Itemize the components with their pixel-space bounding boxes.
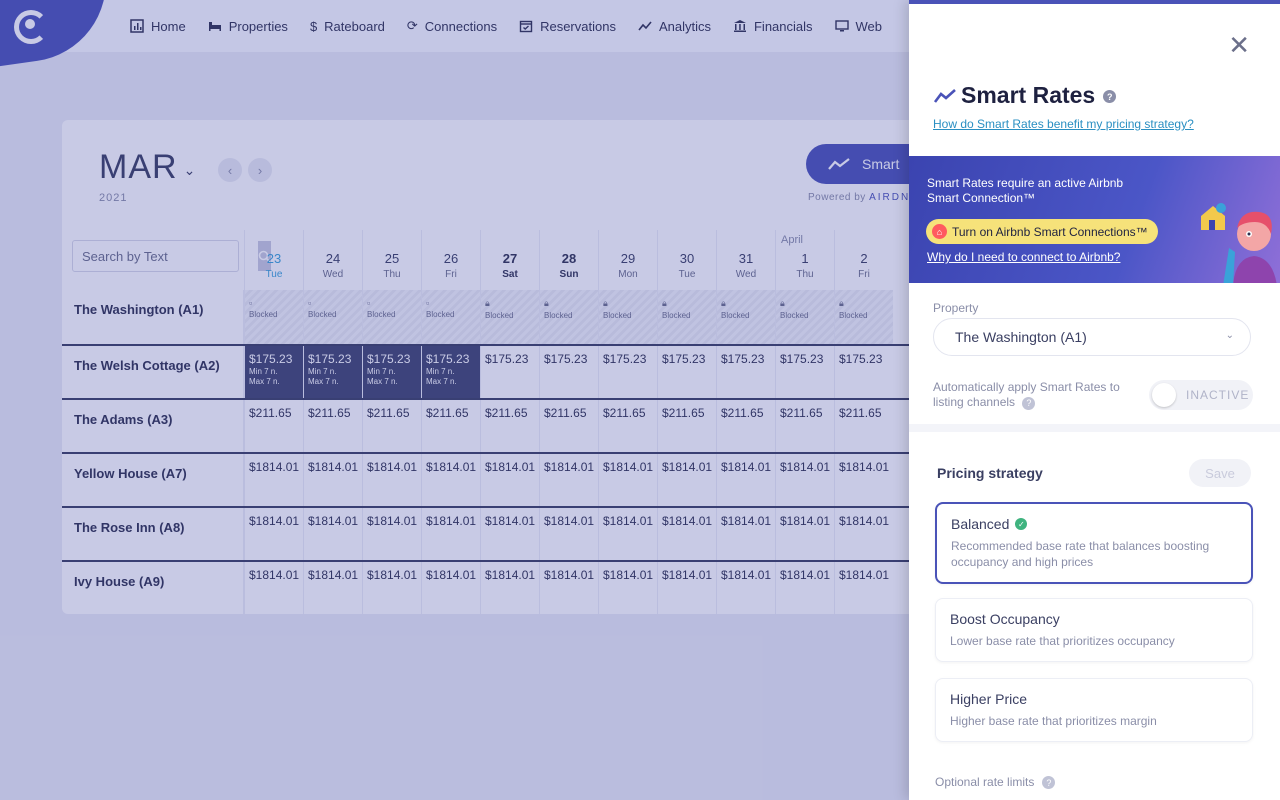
help-icon[interactable]: ?: [1103, 90, 1117, 103]
property-select-value: The Washington (A1): [955, 329, 1087, 345]
rate-limits-label: Optional rate limits ?: [935, 774, 1056, 789]
smart-rates-panel: ✕ Smart Rates ? How do Smart Rates benef…: [909, 0, 1280, 800]
auto-apply-toggle[interactable]: INACTIVE: [1149, 380, 1253, 410]
airbnb-banner: Smart Rates require an active Airbnb Sma…: [909, 156, 1280, 283]
checkmark-icon: ✓: [1015, 518, 1028, 530]
panel-title-label: Smart Rates: [961, 82, 1096, 108]
property-label: Property: [933, 301, 979, 315]
airbnb-connect-label: Turn on Airbnb Smart Connections™: [952, 224, 1148, 239]
toggle-label: INACTIVE: [1186, 388, 1250, 402]
option-title: Boost Occupancy: [950, 611, 1060, 627]
pricing-strategy-heading: Pricing strategy: [937, 465, 1043, 481]
option-description: Lower base rate that prioritizes occupan…: [950, 634, 1175, 648]
auto-apply-label: Automatically apply Smart Rates to listi…: [933, 380, 1143, 410]
save-button[interactable]: Save: [1189, 459, 1251, 487]
property-select[interactable]: The Washington (A1) ⌄: [933, 318, 1251, 356]
banner-text: Smart Rates require an active Airbnb Sma…: [927, 176, 1124, 205]
rate-limits-text: Optional rate limits: [935, 774, 1035, 789]
close-button[interactable]: ✕: [1228, 32, 1250, 58]
panel-title: Smart Rates ?: [933, 82, 1117, 109]
help-icon[interactable]: ?: [1022, 397, 1036, 410]
trend-icon: [933, 88, 956, 103]
airbnb-icon: ⌂: [932, 224, 947, 239]
option-title: Higher Price: [950, 691, 1028, 707]
strategy-option-higher-price[interactable]: Higher Price Higher base rate that prior…: [935, 678, 1253, 742]
option-description: Higher base rate that prioritizes margin: [950, 714, 1157, 728]
why-connect-link[interactable]: Why do I need to connect to Airbnb?: [927, 250, 1120, 264]
help-icon[interactable]: ?: [1042, 776, 1056, 789]
strategy-option-balanced[interactable]: Balanced ✓ Recommended base rate that bal…: [935, 502, 1253, 584]
option-title: Balanced: [951, 516, 1010, 532]
close-icon: ✕: [1228, 30, 1250, 60]
character-illustration: [1201, 203, 1277, 283]
divider: [909, 424, 1280, 432]
airbnb-connect-button[interactable]: ⌂ Turn on Airbnb Smart Connections™: [926, 219, 1158, 244]
chevron-down-icon: ⌄: [1225, 330, 1234, 341]
benefits-link[interactable]: How do Smart Rates benefit my pricing st…: [933, 117, 1194, 131]
strategy-option-boost-occupancy[interactable]: Boost Occupancy Lower base rate that pri…: [935, 598, 1253, 662]
toggle-knob: [1152, 383, 1176, 407]
option-description: Recommended base rate that balances boos…: [951, 539, 1210, 569]
